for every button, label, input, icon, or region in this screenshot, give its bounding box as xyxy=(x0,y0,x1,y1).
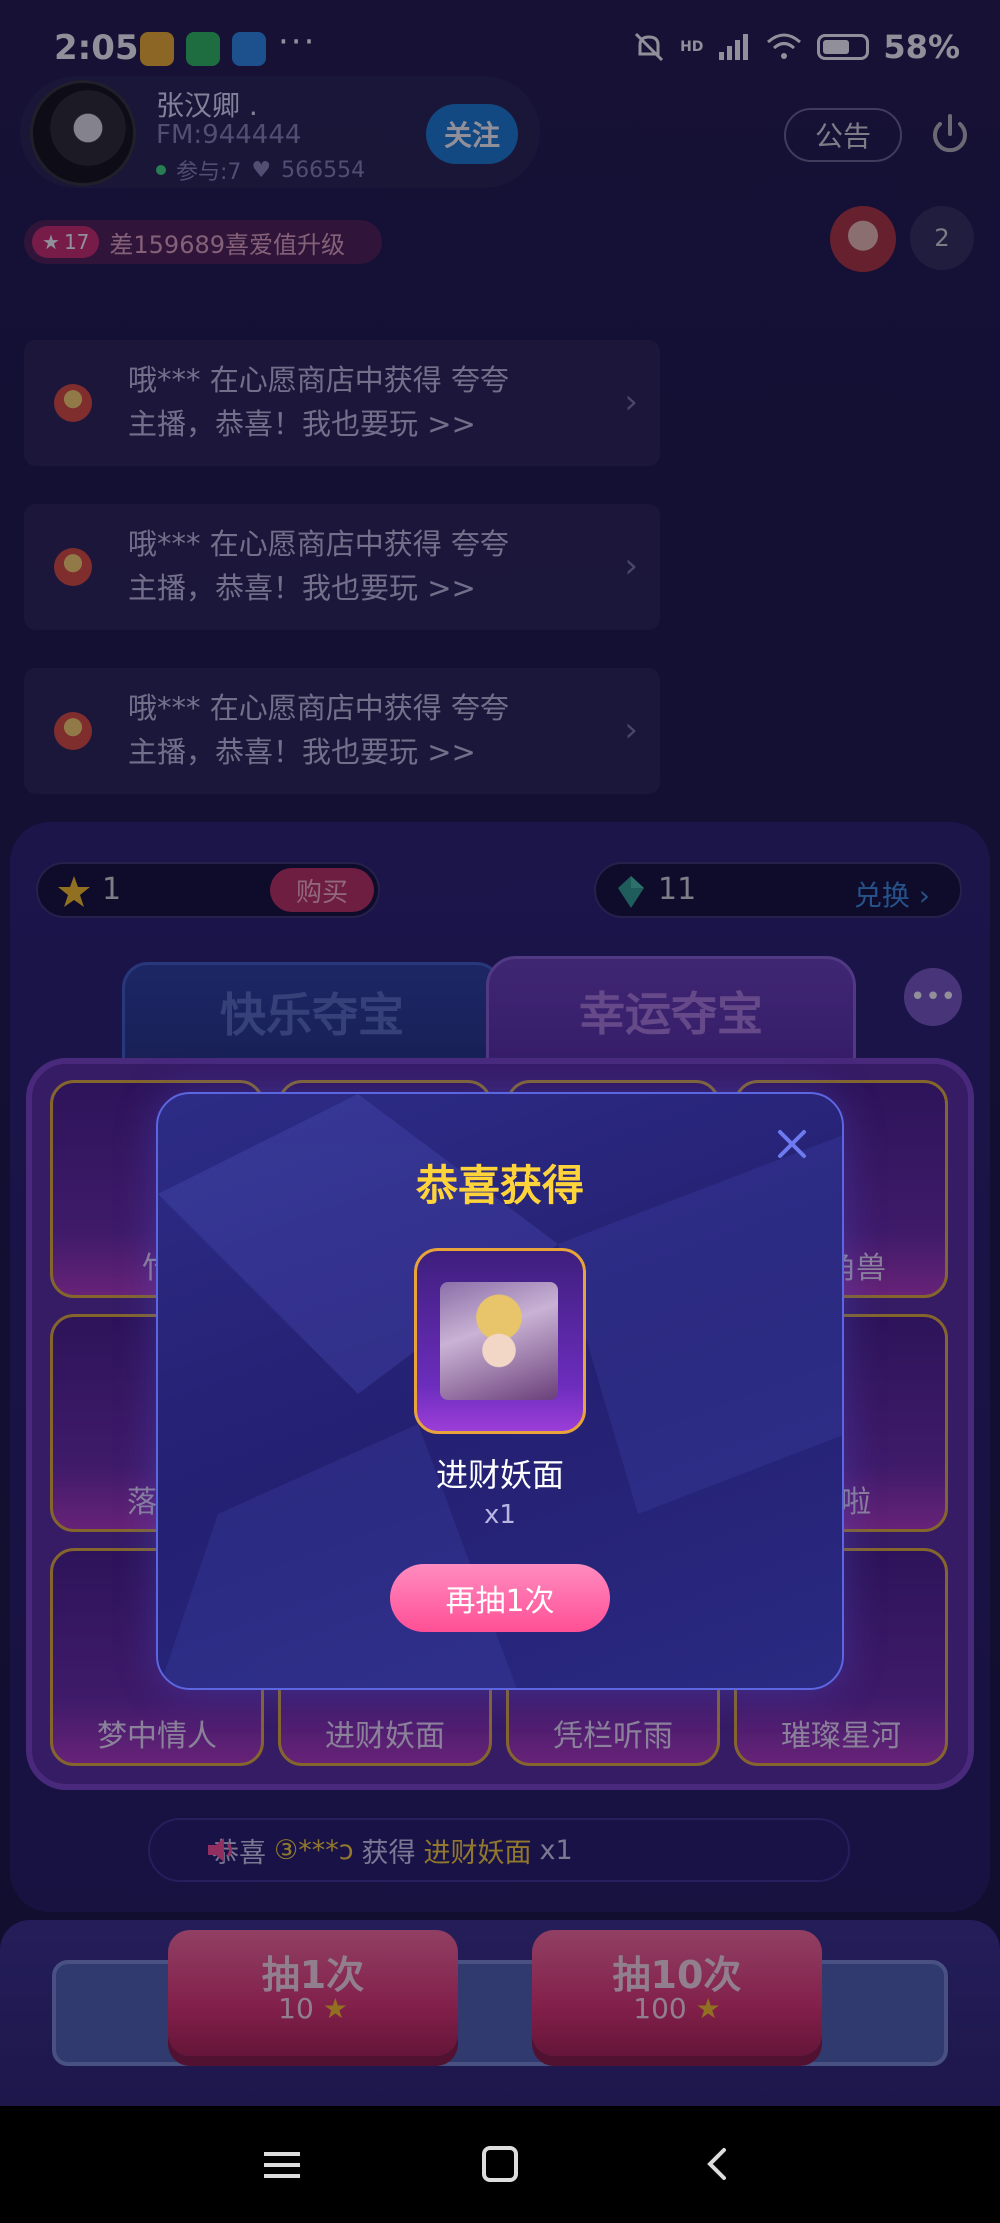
home-icon[interactable] xyxy=(482,2146,518,2182)
draw-again-button[interactable]: 再抽1次 xyxy=(390,1564,610,1632)
reward-name: 进财妖面 xyxy=(435,1456,564,1494)
back-icon[interactable] xyxy=(700,2146,736,2182)
dialog-title: 恭喜获得 xyxy=(415,1161,584,1210)
modal-backdrop[interactable] xyxy=(0,0,1000,2106)
reward-quantity: x1 xyxy=(484,1500,516,1530)
close-icon[interactable] xyxy=(770,1122,814,1166)
reward-image xyxy=(440,1282,558,1400)
menu-icon[interactable] xyxy=(264,2150,300,2180)
